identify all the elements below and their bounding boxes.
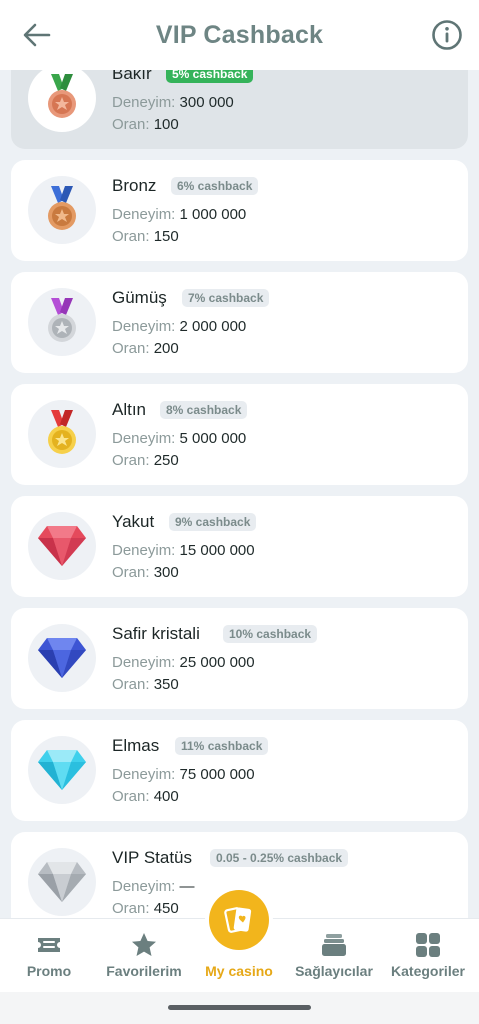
rate-row: Oran: 400 [112, 788, 179, 805]
rate-value: 400 [153, 788, 179, 805]
level-name: Bronz [112, 176, 157, 195]
rate-row: Oran: 350 [112, 676, 179, 693]
experience-value: 5 000 000 [179, 430, 247, 447]
level-name: Gümüş [112, 288, 167, 307]
experience-value: 75 000 000 [179, 766, 255, 783]
nav-label: Sağlayıcılar [295, 963, 373, 979]
experience-value: 1 000 000 [179, 206, 247, 223]
home-indicator[interactable] [168, 1005, 311, 1010]
cashback-badge: 0.05 - 0.25% cashback [210, 849, 349, 867]
nav-label: Promo [26, 963, 72, 979]
rate-value: 350 [153, 676, 179, 693]
level-card-bronz[interactable]: Bronz 6% cashback Deneyim: 1 000 000 Ora… [11, 160, 468, 261]
rate-value: 250 [153, 452, 179, 469]
info-circle-icon[interactable] [431, 19, 463, 51]
silver-medal-icon [28, 288, 96, 356]
copper-medal-icon [28, 64, 96, 132]
nav-label: My casino [205, 963, 273, 979]
nav-categories[interactable]: Kategoriler [386, 919, 470, 993]
experience-value: 2 000 000 [179, 318, 247, 335]
rate-row: Oran: 100 [112, 116, 179, 133]
experience-row: Deneyim: — [112, 878, 195, 895]
grid-icon [414, 931, 442, 959]
experience-row: Deneyim: 1 000 000 [112, 206, 247, 223]
gold-medal-icon [28, 400, 96, 468]
nav-favorites[interactable]: Favorilerim [100, 919, 188, 993]
cashback-badge: 11% cashback [175, 737, 269, 755]
nav-promo[interactable]: Promo [16, 919, 82, 993]
vip-levels-list[interactable]: Bakır 5% cashback Deneyim: 300 000 Oran:… [0, 0, 479, 918]
top-app-bar: VIP Cashback [0, 0, 479, 70]
experience-row: Deneyim: 5 000 000 [112, 430, 247, 447]
rate-value: 450 [153, 900, 179, 917]
sapphire-gem-icon [28, 624, 96, 692]
level-name: Yakut [112, 512, 155, 531]
level-card-gumus[interactable]: Gümüş 7% cashback Deneyim: 2 000 000 Ora… [11, 272, 468, 373]
rate-row: Oran: 450 [112, 900, 179, 917]
level-card-safir-kristali[interactable]: Safir kristali 10% cashback Deneyim: 25 … [11, 608, 468, 709]
rate-value: 100 [153, 116, 179, 133]
level-name: Elmas [112, 736, 160, 755]
cards-icon [224, 907, 252, 933]
cashback-badge: 10% cashback [223, 625, 318, 643]
experience-value: 15 000 000 [179, 542, 255, 559]
experience-row: Deneyim: 15 000 000 [112, 542, 255, 559]
rate-row: Oran: 150 [112, 228, 179, 245]
cashback-badge: 7% cashback [182, 289, 270, 307]
cashback-badge: 6% cashback [171, 177, 259, 195]
rate-row: Oran: 200 [112, 340, 179, 357]
level-card-altin[interactable]: Altın 8% cashback Deneyim: 5 000 000 Ora… [11, 384, 468, 485]
cashback-badge: 8% cashback [160, 401, 248, 419]
ticket-icon [35, 931, 63, 959]
stacked-cards-icon [320, 931, 348, 959]
nav-label: Favorilerim [106, 963, 182, 979]
level-name: VIP Statüs [112, 848, 193, 867]
experience-value: — [179, 878, 195, 895]
star-icon [130, 931, 158, 959]
level-card-yakut[interactable]: Yakut 9% cashback Deneyim: 15 000 000 Or… [11, 496, 468, 597]
experience-value: 300 000 [179, 94, 234, 111]
experience-row: Deneyim: 300 000 [112, 94, 234, 111]
my-casino-button[interactable] [209, 890, 269, 950]
page-title: VIP Cashback [155, 20, 324, 49]
nav-label: Kategoriler [391, 963, 465, 979]
rate-value: 200 [153, 340, 179, 357]
arrow-left-icon[interactable] [22, 20, 52, 50]
diamond-gem-icon [28, 736, 96, 804]
level-name: Altın [112, 400, 147, 419]
level-name: Safir kristali [112, 624, 200, 643]
experience-row: Deneyim: 2 000 000 [112, 318, 247, 335]
rate-value: 150 [153, 228, 179, 245]
experience-row: Deneyim: 25 000 000 [112, 654, 255, 671]
experience-value: 25 000 000 [179, 654, 255, 671]
nav-providers[interactable]: Sağlayıcılar [290, 919, 378, 993]
vip-diamond-icon [28, 848, 96, 916]
rate-row: Oran: 300 [112, 564, 179, 581]
bronze-medal-icon [28, 176, 96, 244]
level-card-elmas[interactable]: Elmas 11% cashback Deneyim: 75 000 000 O… [11, 720, 468, 821]
experience-row: Deneyim: 75 000 000 [112, 766, 255, 783]
rate-row: Oran: 250 [112, 452, 179, 469]
ruby-gem-icon [28, 512, 96, 580]
rate-value: 300 [153, 564, 179, 581]
cashback-badge: 9% cashback [169, 513, 257, 531]
